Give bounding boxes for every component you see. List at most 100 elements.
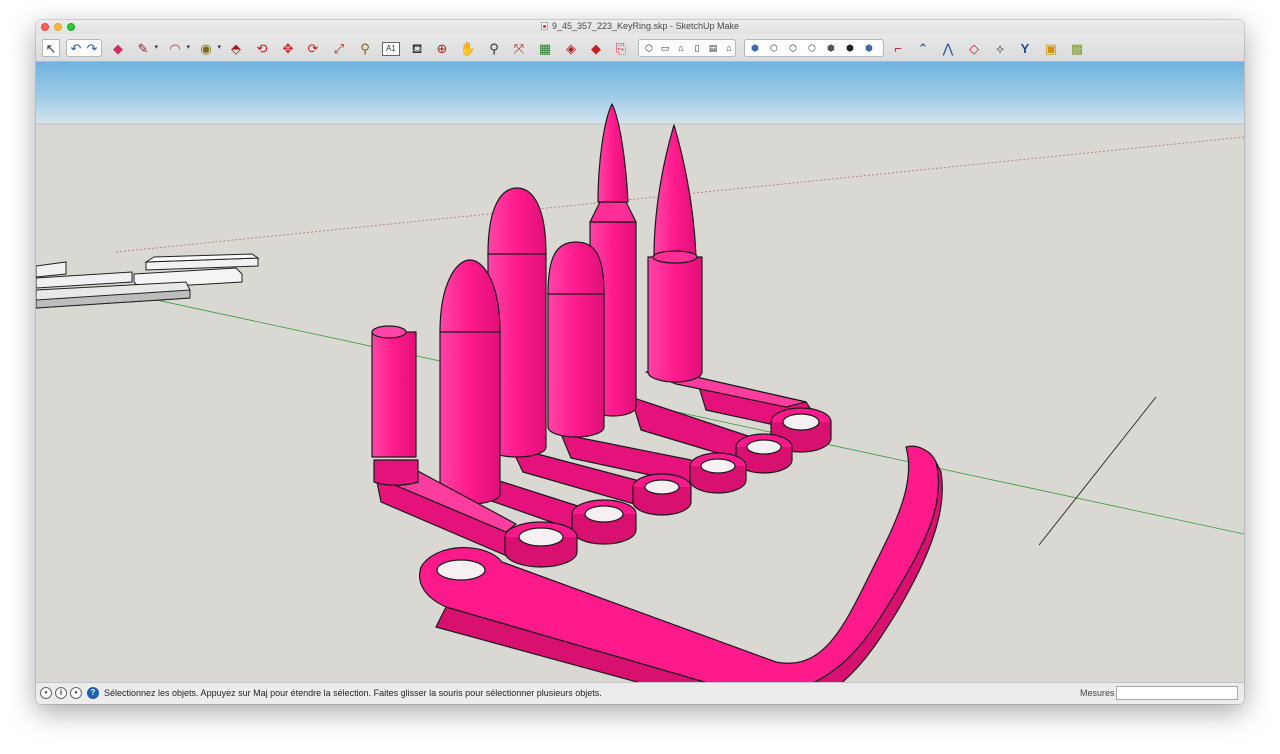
iso-view-icon: ⬡ xyxy=(645,42,653,53)
arc-tool[interactable]: ◠ xyxy=(166,39,190,57)
left-view-icon: ⌂ xyxy=(726,42,732,53)
monochrome-style-icon: ⬢ xyxy=(865,42,873,53)
monochrome-style-button[interactable]: ⬢ xyxy=(860,39,878,57)
push-pull-tool[interactable]: ⬘ xyxy=(227,39,245,57)
pan-hand-icon: ✋ xyxy=(459,40,477,56)
measurements-label: Mesures xyxy=(1080,688,1115,698)
hidden-line-style-icon: ⬡ xyxy=(808,42,816,53)
stamp-tool[interactable]: ◇ xyxy=(965,39,983,57)
extension-warehouse-icon: ◈ xyxy=(566,40,576,56)
pencil-icon: ✎ xyxy=(137,40,149,56)
xray-style-icon: ⬢ xyxy=(751,42,759,53)
text-icon: A1 xyxy=(386,44,396,53)
smoove-tool[interactable]: ⋀ xyxy=(939,39,957,57)
status-bar: • i • ? Sélectionnez les objets. Appuyez… xyxy=(36,682,1244,704)
user-account-icon[interactable]: • xyxy=(70,687,82,699)
undo-icon: ↶ xyxy=(70,40,82,56)
move-icon: ✥ xyxy=(282,40,294,56)
gray-keyring-parts[interactable] xyxy=(36,253,260,309)
front-view-icon: ⌂ xyxy=(678,42,684,53)
blue-axis-line xyxy=(1038,396,1157,546)
back-edges-style-button[interactable]: ⬡ xyxy=(765,39,783,57)
extension-warehouse-button[interactable]: ◈ xyxy=(562,39,580,57)
push-pull-icon: ⬘ xyxy=(231,40,241,56)
wireframe-style-icon: ⬡ xyxy=(789,42,797,53)
tape-measure-icon: ⚲ xyxy=(360,40,370,56)
layout-button[interactable]: ⎘ xyxy=(612,39,630,57)
shaded-textures-style-icon: ⬢ xyxy=(846,42,854,53)
zoom-magnifier-icon: ⚲ xyxy=(489,40,499,56)
sandbox-contours-tool[interactable]: ⌐ xyxy=(889,39,907,57)
zoom-extents-tool[interactable]: ⤧ xyxy=(510,39,528,57)
back-edges-style-icon: ⬡ xyxy=(770,42,778,53)
select-arrow-icon: ↖ xyxy=(45,40,57,56)
sketchup-document-icon xyxy=(540,22,548,30)
shapes-tool[interactable]: ◉ xyxy=(197,39,221,57)
share-model-icon: ◆ xyxy=(591,40,601,56)
smoove-icon: ⋀ xyxy=(942,40,954,56)
tape-measure-tool[interactable]: ⚲ xyxy=(356,39,374,57)
hidden-line-style-button[interactable]: ⬡ xyxy=(803,39,821,57)
redo-icon: ↷ xyxy=(86,40,98,56)
add-detail-icon: Y xyxy=(1020,40,1030,56)
geo-location-icon[interactable]: • xyxy=(40,687,52,699)
arc-icon: ◠ xyxy=(169,40,181,56)
select-tool[interactable]: ↖ xyxy=(42,39,60,57)
add-detail-tool[interactable]: Y xyxy=(1016,39,1034,57)
flip-edge-tool[interactable]: ▣ xyxy=(1042,39,1060,57)
window-title: 9_45_357_223_KeyRing.skp - SketchUp Make xyxy=(551,21,740,31)
drape-tool[interactable]: ⟡ xyxy=(991,39,1009,57)
share-model-button[interactable]: ◆ xyxy=(587,39,605,57)
sandbox-contours-icon: ⌐ xyxy=(894,40,902,56)
rotate-icon: ⟳ xyxy=(307,40,319,56)
sandbox-scratch-icon: ⌃ xyxy=(917,40,929,56)
layout-icon: ⎘ xyxy=(615,40,627,56)
orbit-tool[interactable]: ⊕ xyxy=(433,39,451,57)
right-view-icon: ▯ xyxy=(694,42,700,53)
zoom-extents-icon: ⤧ xyxy=(513,40,525,56)
flip-edge-icon: ▣ xyxy=(1044,40,1058,56)
pink-bullet-keyrings[interactable] xyxy=(371,103,943,682)
model-scene[interactable] xyxy=(36,62,1244,682)
paint-bucket-tool[interactable]: ⛾ xyxy=(408,39,426,57)
xray-style-button[interactable]: ⬢ xyxy=(746,39,764,57)
redo-button[interactable]: ↷ xyxy=(83,39,101,57)
status-message: Sélectionnez les objets. Appuyez sur Maj… xyxy=(104,688,602,698)
main-toolbar: ↖ ↶ ↷ ◆ ✎ ◠ ◉ ⬘ ⟲ ✥ ⟳ ⤢ ⚲ A1 ⛾ ⊕ ✋ ⚲ ⤧ ▦… xyxy=(36,34,1244,62)
pan-tool[interactable]: ✋ xyxy=(459,39,477,57)
credits-info-icon[interactable]: i xyxy=(55,687,67,699)
scale-tool[interactable]: ⤢ xyxy=(330,39,348,57)
shaded-style-button[interactable]: ⬢ xyxy=(822,39,840,57)
orbit-icon: ⊕ xyxy=(436,40,448,56)
warehouse-icon: ▦ xyxy=(538,40,552,56)
window-title-container: 9_45_357_223_KeyRing.skp - SketchUp Make xyxy=(36,21,1244,31)
solid-tools-icon: ▩ xyxy=(1070,40,1084,56)
move-tool[interactable]: ✥ xyxy=(279,39,297,57)
zoom-tool[interactable]: ⚲ xyxy=(485,39,503,57)
top-view-icon: ▭ xyxy=(660,42,670,53)
shaded-style-icon: ⬢ xyxy=(827,42,835,53)
text-tool[interactable]: A1 xyxy=(382,42,400,56)
wireframe-style-button[interactable]: ⬡ xyxy=(784,39,802,57)
pencil-tool[interactable]: ✎ xyxy=(134,39,158,57)
stamp-icon: ◇ xyxy=(969,40,979,56)
rotate-tool[interactable]: ⟳ xyxy=(304,39,322,57)
offset-tool[interactable]: ⟲ xyxy=(253,39,271,57)
help-instructor-icon[interactable]: ? xyxy=(87,687,99,699)
eraser-tool[interactable]: ◆ xyxy=(109,39,127,57)
offset-icon: ⟲ xyxy=(256,40,268,56)
shaded-textures-style-button[interactable]: ⬢ xyxy=(841,39,859,57)
eraser-icon: ◆ xyxy=(113,40,123,56)
drawing-viewport[interactable] xyxy=(36,62,1244,682)
back-view-icon: ▤ xyxy=(708,42,718,53)
shapes-circle-icon: ◉ xyxy=(200,40,212,56)
left-view-button[interactable]: ⌂ xyxy=(720,39,738,57)
paint-bucket-icon: ⛾ xyxy=(411,40,423,56)
solid-tools-button[interactable]: ▩ xyxy=(1068,39,1086,57)
sketchup-window: 9_45_357_223_KeyRing.skp - SketchUp Make… xyxy=(36,20,1244,704)
warehouse-button[interactable]: ▦ xyxy=(536,39,554,57)
scale-icon: ⤢ xyxy=(333,40,345,56)
title-bar: 9_45_357_223_KeyRing.skp - SketchUp Make xyxy=(36,20,1244,34)
measurements-input[interactable] xyxy=(1116,686,1238,700)
sandbox-scratch-tool[interactable]: ⌃ xyxy=(914,39,932,57)
